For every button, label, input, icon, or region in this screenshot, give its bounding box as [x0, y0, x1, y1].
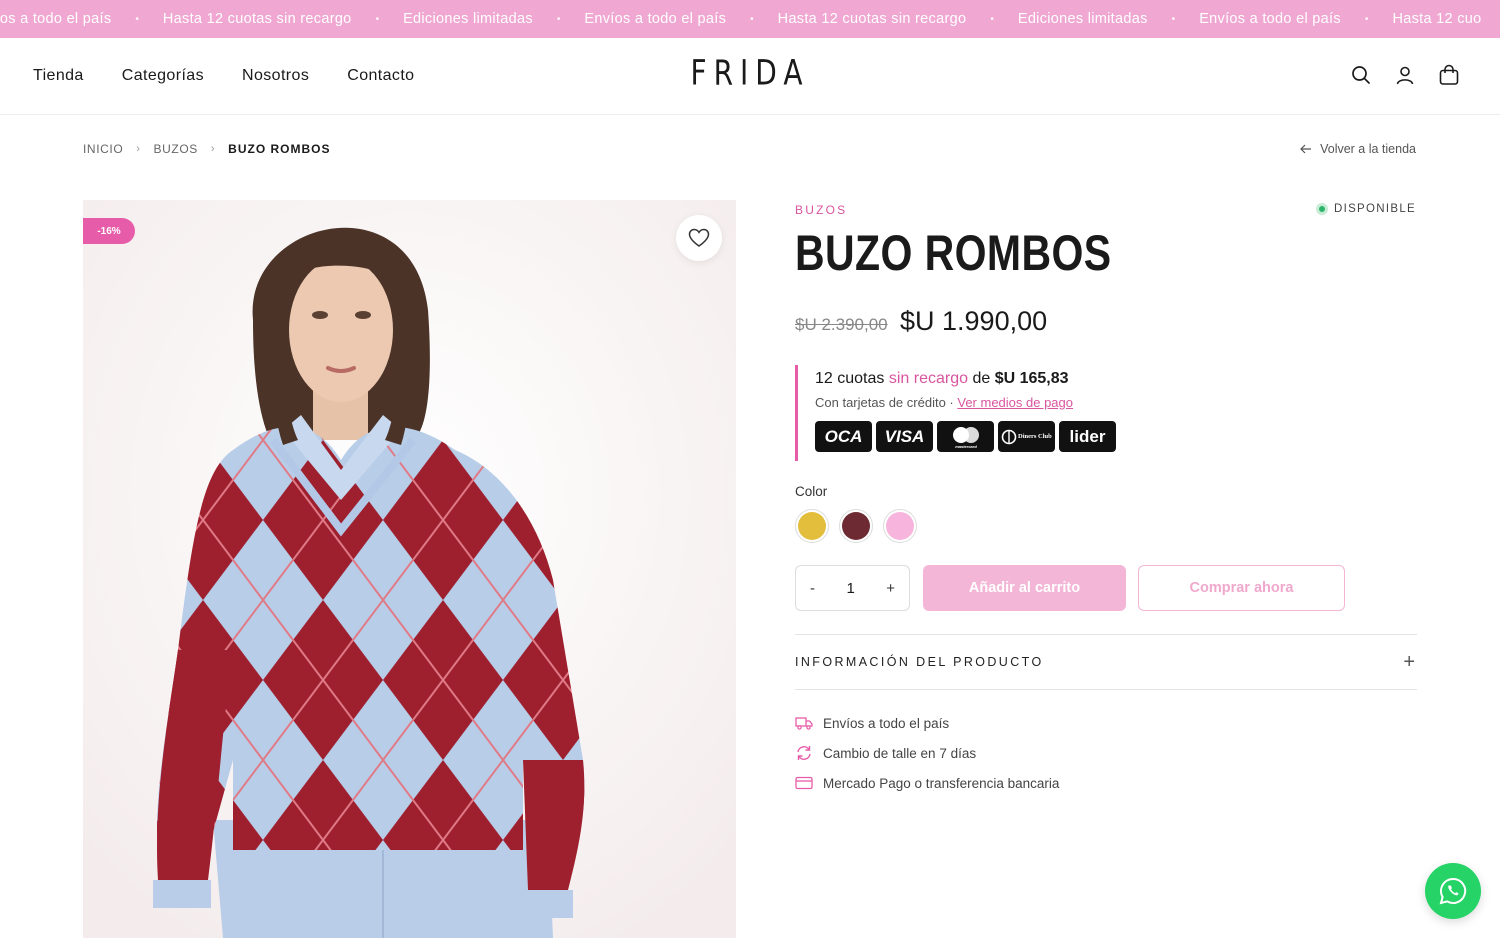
quantity-stepper: - 1 +	[795, 565, 910, 611]
breadcrumb-home[interactable]: INICIO	[83, 142, 123, 156]
product-image[interactable]	[83, 200, 736, 938]
site-header: Tienda Categorías Nosotros Contacto FRID…	[0, 38, 1500, 115]
color-swatch-bordeaux[interactable]	[839, 509, 873, 543]
perk-shipping: Envíos a todo el país	[795, 708, 1059, 738]
perk-label: Envíos a todo el país	[823, 715, 950, 731]
accordion-label: INFORMACIÓN DEL PRODUCTO	[795, 655, 1044, 669]
color-label: Color	[795, 484, 828, 499]
nav-link-contacto[interactable]: Contacto	[347, 67, 414, 85]
installments-highlight: sin recargo	[888, 370, 968, 387]
perk-label: Cambio de talle en 7 días	[823, 745, 977, 761]
announcement-separator: •	[135, 13, 139, 25]
price-old: $U 2.390,00	[795, 315, 888, 334]
product-info-accordion[interactable]: INFORMACIÓN DEL PRODUCTO +	[795, 634, 1417, 690]
announcement-separator: •	[375, 13, 380, 25]
announcement-bar: víos a todo el país • Hasta 12 cuotas si…	[0, 0, 1500, 38]
swatch-fill	[798, 512, 826, 540]
chevron-right-icon: ›	[210, 143, 216, 155]
discount-badge: -16%	[83, 218, 135, 244]
payment-cards: OCA VISA mastercard Diners Club lider	[815, 421, 1125, 452]
announcement-separator: •	[556, 13, 561, 25]
payment-methods-link[interactable]: Ver medios de pago	[957, 395, 1073, 410]
perk-payment: Mercado Pago o transferencia bancaria	[795, 768, 1059, 798]
announcement-item: Envíos a todo el país	[584, 11, 727, 27]
credit-card-icon	[795, 776, 813, 790]
installments-sub-label: Con tarjetas de crédito ·	[815, 395, 954, 410]
color-swatches	[795, 509, 917, 543]
perk-exchange: Cambio de talle en 7 días	[795, 738, 1059, 768]
card-mastercard: mastercard	[937, 421, 994, 452]
quantity-value[interactable]: 1	[846, 580, 854, 597]
back-to-store-link[interactable]: Volver a la tienda	[1300, 142, 1416, 156]
announcement-item: Envíos a todo el país	[1199, 11, 1341, 27]
quantity-decrease-button[interactable]: -	[810, 580, 815, 597]
installments-amount: $U 165,83	[994, 370, 1069, 387]
announcement-item: víos a todo el país	[0, 11, 112, 27]
nav-link-tienda[interactable]: Tienda	[33, 67, 84, 85]
account-icon[interactable]	[1394, 63, 1416, 87]
stock-dot-icon	[1315, 203, 1328, 215]
nav-link-nosotros[interactable]: Nosotros	[242, 67, 309, 85]
announcement-separator: •	[990, 13, 994, 25]
add-to-cart-button[interactable]: Añadir al carrito	[923, 565, 1126, 611]
diners-club-icon: Diners Club	[1001, 429, 1052, 444]
card-lider: lider	[1059, 421, 1116, 452]
truck-icon	[795, 717, 813, 730]
buy-now-button[interactable]: Comprar ahora	[1138, 565, 1345, 611]
card-diners-label: Diners Club	[1018, 433, 1052, 440]
heart-icon	[688, 228, 710, 247]
whatsapp-icon	[1439, 877, 1467, 905]
breadcrumb-category[interactable]: BUZOS	[154, 142, 198, 156]
back-to-store-label: Volver a la tienda	[1320, 142, 1416, 156]
header-actions	[1350, 63, 1460, 87]
perks-list: Envíos a todo el país Cambio de talle en…	[795, 708, 1059, 798]
price-current: $U 1.990,00	[900, 306, 1048, 336]
announcement-track: víos a todo el país • Hasta 12 cuotas si…	[0, 0, 1481, 38]
swatch-fill	[886, 512, 914, 540]
card-oca: OCA	[815, 421, 872, 452]
product-title: BUZO ROMBOS	[795, 225, 1112, 281]
perk-label: Mercado Pago o transferencia bancaria	[823, 775, 1060, 791]
product-photo	[83, 200, 736, 938]
announcement-separator: •	[1364, 13, 1369, 25]
wishlist-button[interactable]	[676, 215, 722, 261]
installments-subtext: Con tarjetas de crédito · Ver medios de …	[815, 395, 1125, 410]
card-diners: Diners Club	[998, 421, 1055, 452]
mastercard-icon: mastercard	[952, 426, 979, 449]
site-logo[interactable]: FRIDA	[690, 52, 809, 93]
chevron-right-icon: ›	[136, 143, 141, 155]
cart-icon[interactable]	[1438, 63, 1460, 87]
installments-box: 12 cuotas sin recargo de $U 165,83 Con t…	[795, 365, 1125, 461]
announcement-item: Hasta 12 cuotas sin recargo	[777, 11, 967, 27]
swatch-fill	[842, 512, 870, 540]
card-mastercard-label: mastercard	[955, 444, 977, 449]
stock-label: DISPONIBLE	[1333, 203, 1416, 215]
installments-line: 12 cuotas sin recargo de $U 165,83	[815, 370, 1125, 388]
arrow-left-icon	[1300, 144, 1312, 154]
announcement-separator: •	[1171, 13, 1176, 25]
product-category[interactable]: BUZOS	[795, 203, 847, 217]
installments-count: 12 cuotas	[815, 370, 885, 387]
card-visa: VISA	[876, 421, 933, 452]
whatsapp-button[interactable]	[1425, 863, 1481, 919]
installments-connector: de	[972, 370, 991, 387]
stock-status: DISPONIBLE	[1315, 203, 1416, 215]
breadcrumb-current: BUZO ROMBOS	[228, 142, 331, 156]
search-icon[interactable]	[1350, 63, 1372, 87]
announcement-separator: •	[750, 13, 754, 25]
announcement-item: Hasta 12 cuo	[1392, 11, 1482, 27]
nav-link-categorias[interactable]: Categorías	[122, 67, 204, 85]
refresh-icon	[797, 746, 811, 760]
main-nav: Tienda Categorías Nosotros Contacto	[33, 38, 452, 114]
announcement-item: Ediciones limitadas	[1017, 11, 1148, 27]
plus-icon: +	[1403, 650, 1415, 673]
color-swatch-yellow[interactable]	[795, 509, 829, 543]
quantity-increase-button[interactable]: +	[886, 580, 895, 597]
announcement-item: Ediciones limitadas	[403, 11, 533, 27]
announcement-item: Hasta 12 cuotas sin recargo	[162, 11, 352, 27]
breadcrumb: INICIO › BUZOS › BUZO ROMBOS	[83, 142, 331, 156]
color-swatch-pink[interactable]	[883, 509, 917, 543]
